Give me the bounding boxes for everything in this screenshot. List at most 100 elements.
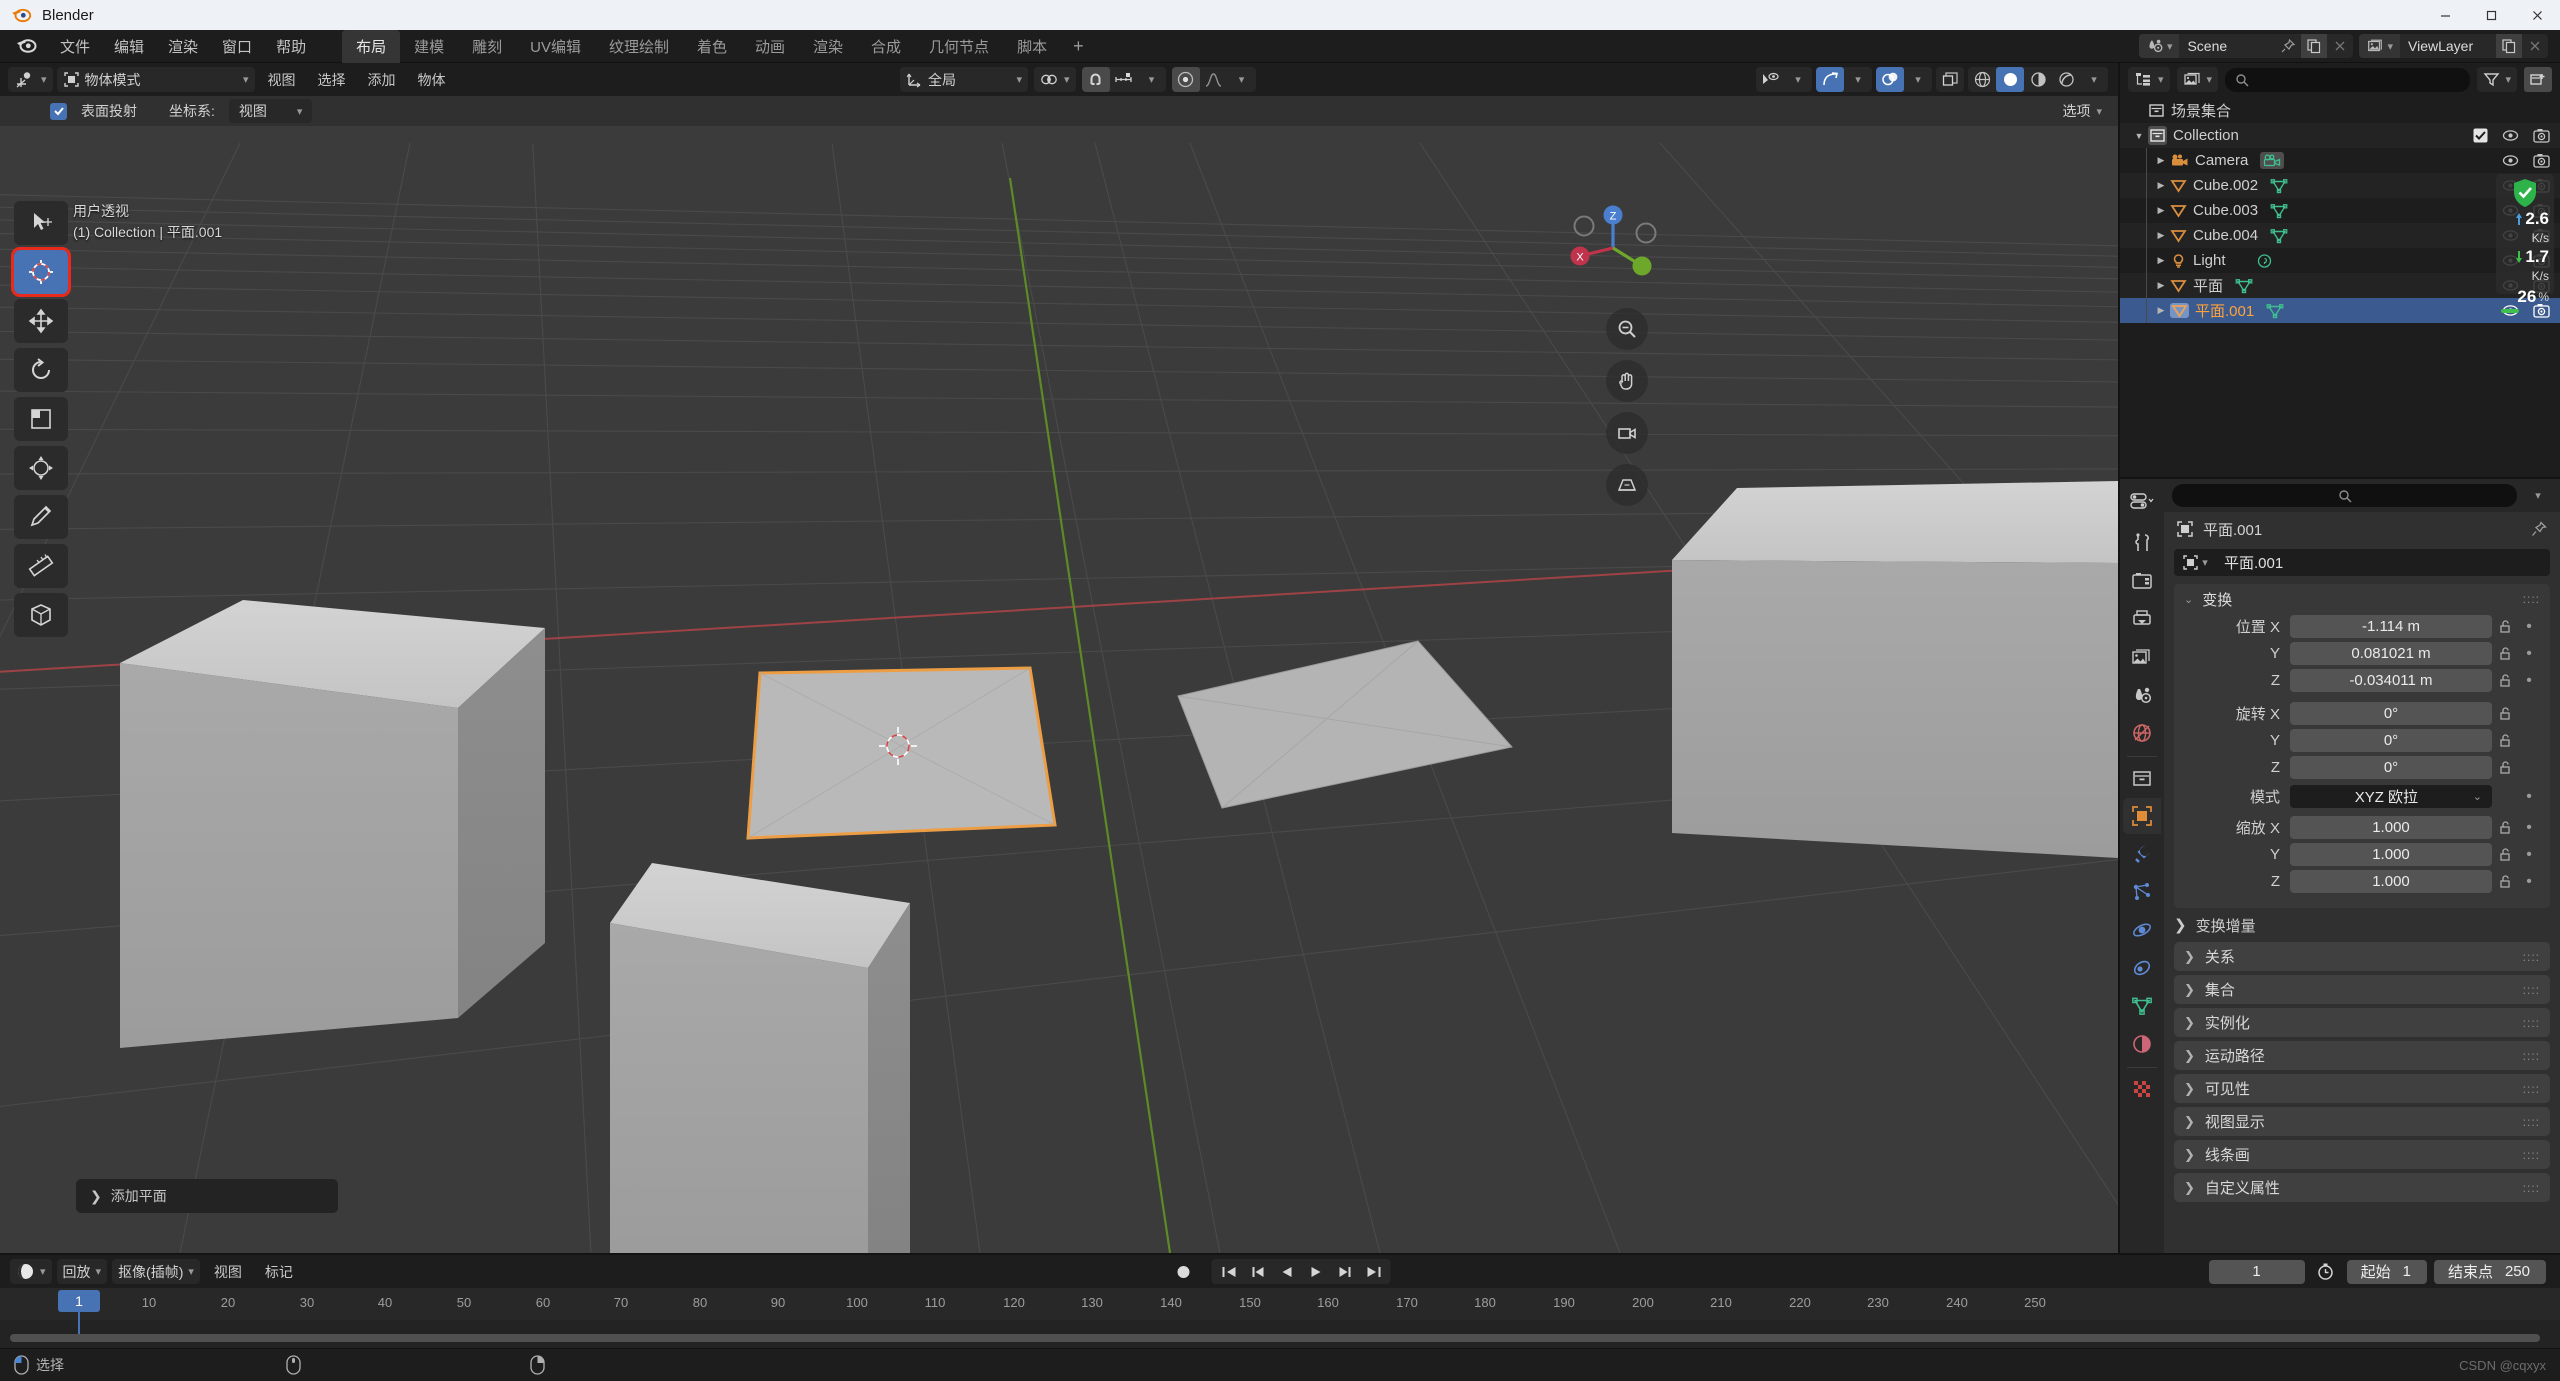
material-preview-icon[interactable] — [2024, 67, 2052, 92]
unlink-icon[interactable] — [2327, 34, 2353, 58]
shading-modes-group[interactable]: ▾ — [1968, 67, 2108, 92]
object-name-field[interactable]: ▾ 平面.001 — [2174, 549, 2550, 576]
editor-type-3dview-icon[interactable]: ▾ — [8, 67, 53, 92]
workspace-tab-modeling[interactable]: 建模 — [400, 30, 458, 63]
hand-pan-icon[interactable] — [1606, 360, 1648, 402]
play-reverse-icon[interactable] — [1274, 1260, 1300, 1283]
outliner-row-camera[interactable]: ▶ Camera — [2120, 148, 2560, 173]
jump-to-end-icon[interactable] — [1361, 1260, 1387, 1283]
workspace-tab-animation[interactable]: 动画 — [741, 30, 799, 63]
navigation-gizmo[interactable]: Z X — [1558, 193, 1668, 303]
collection-enable-checkbox[interactable] — [2473, 128, 2488, 143]
camera-render-icon[interactable] — [2533, 128, 2550, 143]
outliner-row-cube003[interactable]: ▶ Cube.003 — [2120, 198, 2560, 223]
animate-property-dot[interactable]: • — [2518, 645, 2540, 663]
perspective-ortho-icon[interactable] — [1606, 464, 1648, 506]
snap-magnet-icon[interactable] — [1081, 67, 1110, 92]
unlock-padlock-icon[interactable] — [2492, 874, 2518, 889]
cursor-select-icon[interactable] — [14, 201, 68, 245]
physics-orbit-icon[interactable] — [2123, 912, 2161, 948]
mesh-data-icon[interactable] — [2270, 228, 2288, 244]
scale-x-value[interactable]: 1.000 — [2290, 816, 2492, 839]
surface-project-checkbox[interactable] — [50, 102, 67, 120]
workspace-tab-rendering[interactable]: 渲染 — [799, 30, 857, 63]
scene-selector[interactable]: ▾ Scene — [2138, 34, 2354, 58]
drag-handle-dots[interactable]: :::: — [2523, 1182, 2540, 1194]
object-square-icon[interactable] — [2123, 798, 2161, 834]
falloff-dropdown-icon[interactable]: ▾ — [1228, 67, 1256, 92]
instancing-panel[interactable]: ❯ 实例化 :::: — [2174, 1008, 2550, 1037]
object-square-icon[interactable]: ▾ — [2174, 554, 2216, 571]
transform-icon[interactable] — [14, 446, 68, 490]
viewlayer-images-icon[interactable] — [2123, 639, 2161, 675]
rotation-y-value[interactable]: 0° — [2290, 729, 2492, 752]
drag-handle-dots[interactable]: :::: — [2523, 1083, 2540, 1095]
workspace-tab-shading[interactable]: 着色 — [683, 30, 741, 63]
light-data-icon[interactable] — [2256, 253, 2273, 269]
unlock-padlock-icon[interactable] — [2492, 820, 2518, 835]
collection-box-icon[interactable] — [2123, 760, 2161, 796]
overlays-icon[interactable] — [1876, 67, 1904, 92]
new-viewlayer-icon[interactable] — [2496, 34, 2522, 58]
object-visibility-icon[interactable] — [1756, 67, 1784, 92]
timeline-editor[interactable]: ▾ 回放 ▾ 抠像(插帧) ▾ 视图 标记 1 起始 1 结束点 250 1 1… — [0, 1253, 2560, 1348]
rendered-shading-icon[interactable] — [2052, 67, 2080, 92]
outliner-row-collection[interactable]: ▼ Collection — [2120, 123, 2560, 148]
menu-render[interactable]: 渲染 — [156, 31, 210, 62]
drag-handle-dots[interactable]: :::: — [2523, 1149, 2540, 1161]
network-speed-overlay[interactable]: 2.6 K/s 1.7 K/s 26 % — [2496, 174, 2554, 313]
animate-property-dot[interactable]: • — [2518, 618, 2540, 636]
pin-icon[interactable] — [2275, 34, 2301, 58]
scene-cone-icon[interactable] — [2123, 677, 2161, 713]
xray-toggle-icon[interactable] — [1936, 67, 1964, 92]
unlock-padlock-icon[interactable] — [2492, 706, 2518, 721]
pivot-point-selector[interactable]: ▾ — [1034, 67, 1076, 92]
3d-cursor-icon[interactable] — [11, 247, 71, 297]
maximize-icon[interactable] — [2468, 0, 2514, 30]
disclosure-triangle-icon[interactable]: ▶ — [2152, 280, 2170, 291]
playhead[interactable]: 1 — [58, 1290, 100, 1312]
viewport-menu-object[interactable]: 物体 — [409, 66, 455, 94]
move-icon[interactable] — [14, 299, 68, 343]
workspace-tab-geometrynodes[interactable]: 几何节点 — [915, 30, 1003, 63]
unlock-padlock-icon[interactable] — [2492, 646, 2518, 661]
scene-name[interactable]: Scene — [2179, 38, 2275, 54]
outliner-search-field[interactable] — [2256, 71, 2461, 88]
proportional-edit-icon[interactable] — [1171, 67, 1200, 92]
eye-icon[interactable] — [2502, 154, 2519, 167]
viewport-options-label[interactable]: 选项 — [2062, 101, 2090, 121]
drag-handle-dots[interactable]: :::: — [2523, 1050, 2540, 1062]
outliner-row-light[interactable]: ▶ Light — [2120, 248, 2560, 273]
unlock-padlock-icon[interactable] — [2492, 760, 2518, 775]
workspace-tab-compositing[interactable]: 合成 — [857, 30, 915, 63]
workspace-tab-layout[interactable]: 布局 — [342, 29, 401, 63]
snap-dropdown-icon[interactable]: ▾ — [1138, 67, 1166, 92]
add-cube-icon[interactable] — [14, 593, 68, 637]
camera-data-icon[interactable] — [2260, 152, 2285, 169]
workspace-tab-uvediting[interactable]: UV编辑 — [516, 30, 595, 63]
render-camera-back-icon[interactable] — [2123, 563, 2161, 599]
outliner-row-cube004[interactable]: ▶ Cube.004 — [2120, 223, 2560, 248]
frame-start-field[interactable]: 起始 1 — [2346, 1259, 2427, 1284]
viewlayer-icon[interactable]: ▾ — [2359, 34, 2400, 58]
rotation-z-value[interactable]: 0° — [2290, 756, 2492, 779]
constraints-icon[interactable] — [2123, 950, 2161, 986]
viewport-menu-add[interactable]: 添加 — [359, 66, 405, 94]
previous-keyframe-icon[interactable] — [1245, 1260, 1271, 1283]
pin-icon[interactable] — [2530, 520, 2548, 538]
gizmo-dropdown-icon[interactable]: ▾ — [1844, 67, 1872, 92]
scene-icon[interactable]: ▾ — [2138, 34, 2180, 58]
drag-handle-dots[interactable]: :::: — [2523, 1116, 2540, 1128]
falloff-curve-icon[interactable] — [1200, 67, 1228, 92]
properties-editor[interactable]: ▾ 平面.001 ▾ 平面.001 ⌄ 变换:::: 位置 X -1.114 … — [2118, 477, 2560, 1253]
keying-menu[interactable]: 抠像(插帧) ▾ — [112, 1259, 200, 1284]
record-keyframe-icon[interactable] — [1170, 1259, 1198, 1284]
outliner-scene-collection[interactable]: 场景集合 — [2120, 98, 2560, 123]
outliner-editor[interactable]: ▾ ▾ ▾ 场景集合 ▼ Collection ▶ Camera ▶ Cube.… — [2118, 63, 2560, 477]
location-y-value[interactable]: 0.081021 m — [2290, 642, 2492, 665]
location-z-value[interactable]: -0.034011 m — [2290, 669, 2492, 692]
playback-menu[interactable]: 回放 ▾ — [56, 1259, 108, 1284]
location-x-value[interactable]: -1.114 m — [2290, 615, 2492, 638]
new-collection-icon[interactable] — [2524, 67, 2552, 92]
viewport-display-panel[interactable]: ❯ 视图显示 :::: — [2174, 1107, 2550, 1136]
